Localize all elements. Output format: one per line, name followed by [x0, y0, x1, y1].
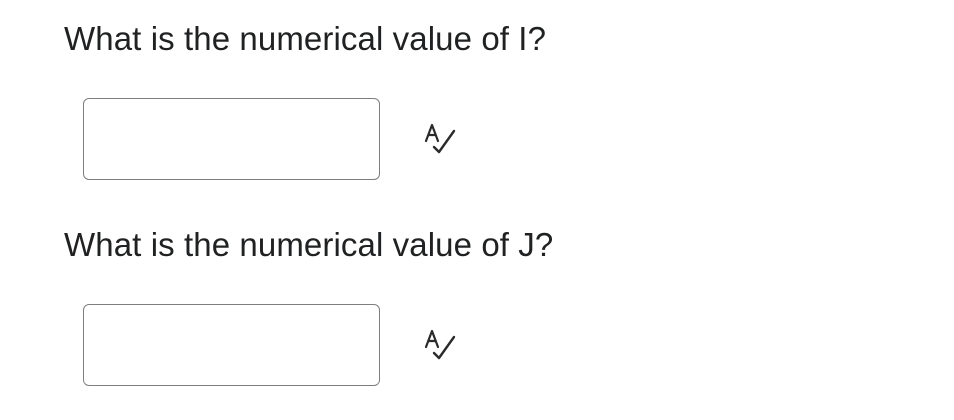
question-block-i: What is the numerical value of I? — [0, 0, 954, 206]
question-prompt: What is the numerical value of J? — [64, 226, 554, 263]
answer-input-j[interactable] — [83, 304, 380, 386]
spellcheck-icon[interactable] — [420, 119, 460, 159]
spellcheck-icon[interactable] — [420, 325, 460, 365]
question-block-j: What is the numerical value of J? — [0, 206, 954, 420]
question-prompt: What is the numerical value of I? — [64, 20, 547, 57]
answer-input-i[interactable] — [83, 98, 380, 180]
